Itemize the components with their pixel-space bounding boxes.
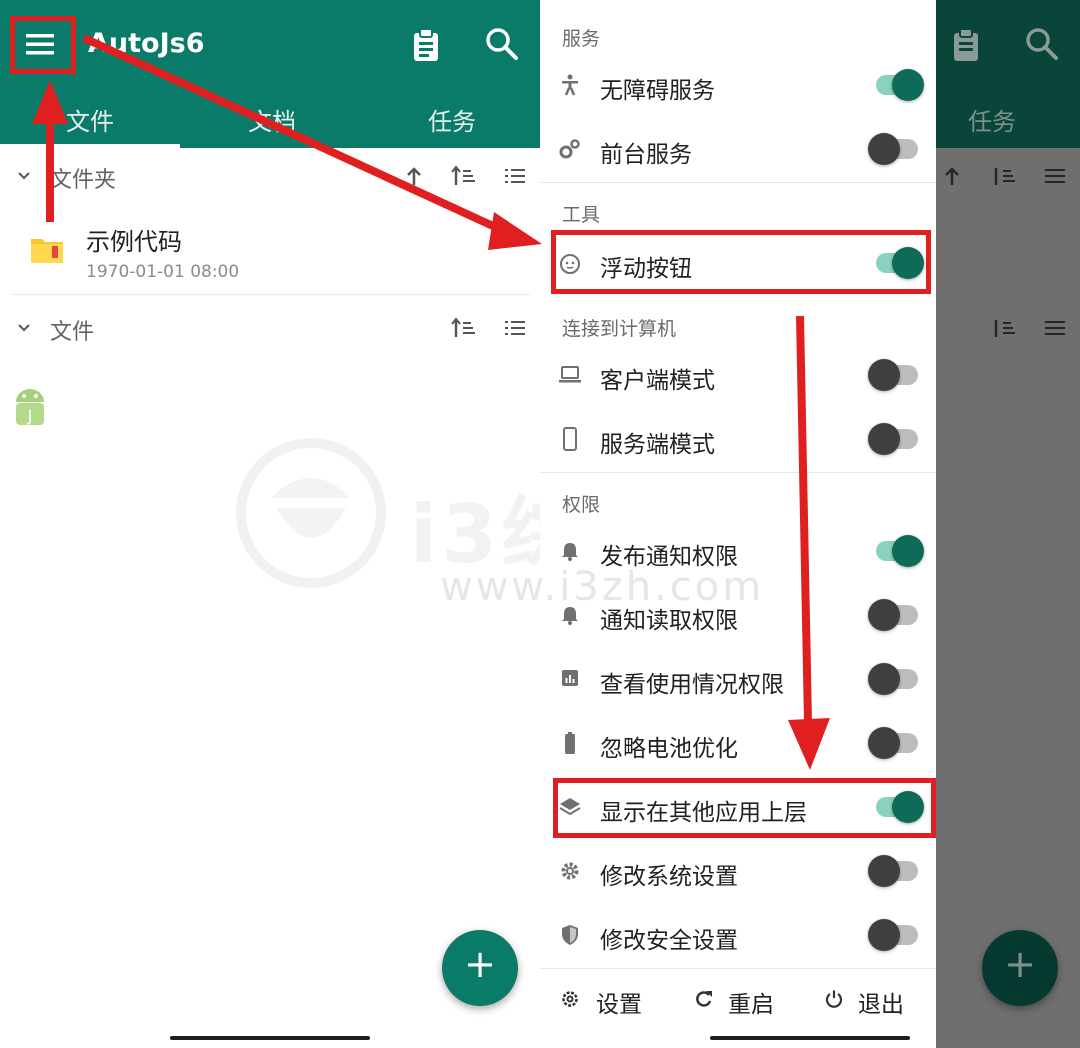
drawer-item-battery-optimization[interactable]: 忽略电池优化	[540, 712, 936, 774]
laptop-icon	[558, 365, 582, 385]
tab-docs[interactable]: 文档	[248, 102, 296, 137]
navigation-drawer: 服务 无障碍服务 前台服务 工具 浮动按钮 连接到计算机 客户端模式 服务端模式…	[540, 0, 936, 1048]
drawer-section-permissions: 权限	[562, 494, 601, 516]
drawer-item-accessibility[interactable]: 无障碍服务	[540, 54, 936, 116]
foreground-service-switch[interactable]	[868, 131, 918, 167]
add-icon: +	[1004, 942, 1036, 986]
drawer-item-label: 无障碍服务	[600, 78, 715, 104]
highlight-menu-button	[10, 16, 76, 74]
client-mode-switch[interactable]	[868, 357, 918, 393]
folder-section-label: 文件夹	[50, 168, 117, 193]
read-notifications-switch[interactable]	[868, 597, 918, 633]
gears-icon	[558, 138, 582, 160]
usage-stats-switch[interactable]	[868, 661, 918, 697]
tab-tasks[interactable]: 任务	[428, 102, 476, 137]
power-icon	[824, 989, 844, 1009]
restart-button[interactable]: 重启	[690, 976, 800, 1024]
secure-settings-switch[interactable]	[868, 917, 918, 953]
folder-date: 1970-01-01 08:00	[86, 262, 240, 282]
divider	[540, 472, 936, 473]
drawer-item-label: 客户端模式	[600, 368, 715, 394]
tab-indicator	[0, 144, 180, 148]
drawer-item-client-mode[interactable]: 客户端模式	[540, 344, 936, 406]
bell-icon	[561, 541, 579, 561]
drawer-scrim[interactable]	[936, 148, 1080, 1048]
add-icon: +	[464, 942, 496, 986]
sort-icon[interactable]	[450, 316, 476, 340]
chevron-down-icon[interactable]	[14, 166, 34, 186]
list-view-icon[interactable]	[504, 166, 526, 186]
phone-icon	[562, 427, 578, 451]
battery-icon	[564, 731, 576, 755]
settings-label: 设置	[596, 992, 642, 1018]
drawer-item-server-mode[interactable]: 服务端模式	[540, 408, 936, 470]
watermark-url: www.i3zh.com	[440, 564, 765, 610]
battery-optimization-switch[interactable]	[868, 725, 918, 761]
chevron-down-icon[interactable]	[14, 318, 34, 338]
search-icon[interactable]	[484, 26, 520, 62]
sort-icon	[990, 316, 1016, 340]
arrow-up-icon[interactable]	[402, 164, 426, 188]
refresh-icon	[694, 989, 714, 1009]
exit-label: 退出	[858, 992, 904, 1018]
list-view-icon[interactable]	[504, 318, 526, 338]
tab-files[interactable]: 文件	[66, 102, 114, 137]
drawer-item-label: 修改系统设置	[600, 864, 738, 890]
restart-label: 重启	[728, 992, 774, 1018]
search-icon	[1024, 26, 1060, 62]
arrow-up-icon	[940, 164, 964, 188]
settings-button[interactable]: 设置	[556, 976, 676, 1024]
drawer-item-usage-stats[interactable]: 查看使用情况权限	[540, 648, 936, 710]
drawer-section-services: 服务	[562, 28, 601, 50]
right-screen: 任务 + 服务 无障碍服务 前台服务 工具 浮动按钮 连接到计算机 客户端模式 …	[540, 0, 1080, 1048]
nav-handle	[710, 1036, 910, 1040]
drawer-item-label: 前台服务	[600, 142, 692, 168]
drawer-item-label: 修改安全设置	[600, 928, 738, 954]
tab-tasks: 任务	[968, 108, 1016, 136]
folder-name: 示例代码	[86, 228, 182, 256]
drawer-item-write-settings[interactable]: 修改系统设置	[540, 840, 936, 902]
post-notifications-switch[interactable]	[876, 533, 924, 569]
accessibility-switch[interactable]	[876, 67, 924, 103]
clipboard-icon[interactable]	[410, 28, 442, 62]
gear-icon	[560, 861, 580, 881]
sort-icon	[990, 164, 1016, 188]
server-mode-switch[interactable]	[868, 421, 918, 457]
write-settings-switch[interactable]	[868, 853, 918, 889]
drawer-item-label: 忽略电池优化	[600, 736, 738, 762]
add-fab-button: +	[982, 930, 1058, 1006]
bar-chart-icon	[561, 669, 579, 687]
js-file-icon[interactable]: J	[10, 384, 50, 430]
exit-button[interactable]: 退出	[820, 976, 930, 1024]
divider	[540, 182, 936, 183]
highlight-display-over-apps	[553, 778, 936, 838]
clipboard-icon	[950, 28, 982, 62]
folder-icon	[30, 236, 64, 264]
drawer-section-tools: 工具	[562, 204, 601, 226]
drawer-section-connect: 连接到计算机	[562, 318, 677, 340]
gear-icon	[560, 989, 580, 1009]
drawer-item-label: 服务端模式	[600, 432, 715, 458]
watermark-logo	[236, 438, 386, 588]
list-view-icon	[1044, 166, 1066, 186]
left-screen: AutoJs6 文件 文档 任务 文件夹 示例代码 1970-01-01 08:…	[0, 0, 540, 1048]
folder-row[interactable]: 示例代码 1970-01-01 08:00	[10, 206, 530, 295]
app-title: AutoJs6	[88, 28, 205, 59]
svg-text:J: J	[27, 406, 33, 425]
drawer-item-secure-settings[interactable]: 修改安全设置	[540, 904, 936, 966]
sort-icon[interactable]	[450, 164, 476, 188]
nav-handle	[170, 1036, 370, 1040]
highlight-floating-button	[551, 230, 931, 294]
accessibility-icon	[560, 74, 580, 96]
drawer-item-label: 查看使用情况权限	[600, 672, 784, 698]
list-view-icon	[1044, 318, 1066, 338]
drawer-item-foreground-service[interactable]: 前台服务	[540, 118, 936, 180]
shield-icon	[561, 924, 579, 946]
divider	[540, 968, 936, 969]
file-section-label: 文件	[50, 320, 95, 345]
add-fab-button[interactable]: +	[442, 930, 518, 1006]
